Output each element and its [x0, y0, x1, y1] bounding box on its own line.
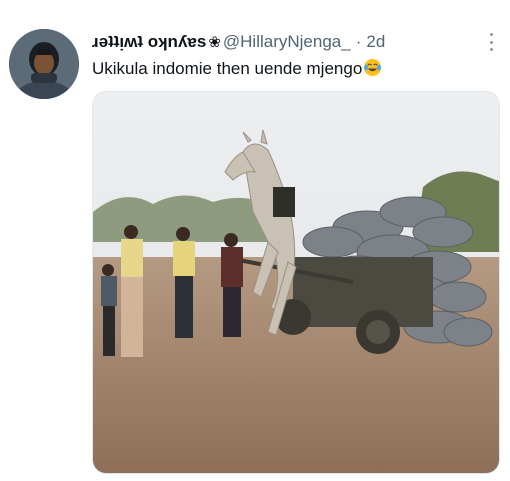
tweet-text: Ukikula indomie then uende mjengo: [92, 58, 382, 80]
user-handle[interactable]: @HillaryNjenga_: [223, 32, 351, 52]
tweet-card: ɹəʇʇᴉʍʇ oʞnʎɐs ❀ @HillaryNjenga_ · 2d Uk…: [0, 0, 510, 481]
flower-icon: ❀: [208, 34, 221, 51]
timestamp[interactable]: 2d: [366, 32, 385, 52]
face-with-tears-of-joy-icon: [364, 58, 382, 77]
tweet-header: ɹəʇʇᴉʍʇ oʞnʎɐs ❀ @HillaryNjenga_ · 2d: [92, 31, 385, 53]
photo-donkey-cart-charcoal-bags: [93, 92, 499, 473]
avatar[interactable]: [9, 29, 79, 99]
avatar-photo: [9, 29, 79, 99]
separator-dot: ·: [355, 32, 362, 51]
more-options-icon[interactable]: [490, 33, 494, 51]
display-name[interactable]: ɹəʇʇᴉʍʇ oʞnʎɐs: [92, 32, 206, 52]
tweet-media-image[interactable]: [92, 91, 500, 474]
tweet-text-content: Ukikula indomie then uende mjengo: [92, 59, 363, 78]
